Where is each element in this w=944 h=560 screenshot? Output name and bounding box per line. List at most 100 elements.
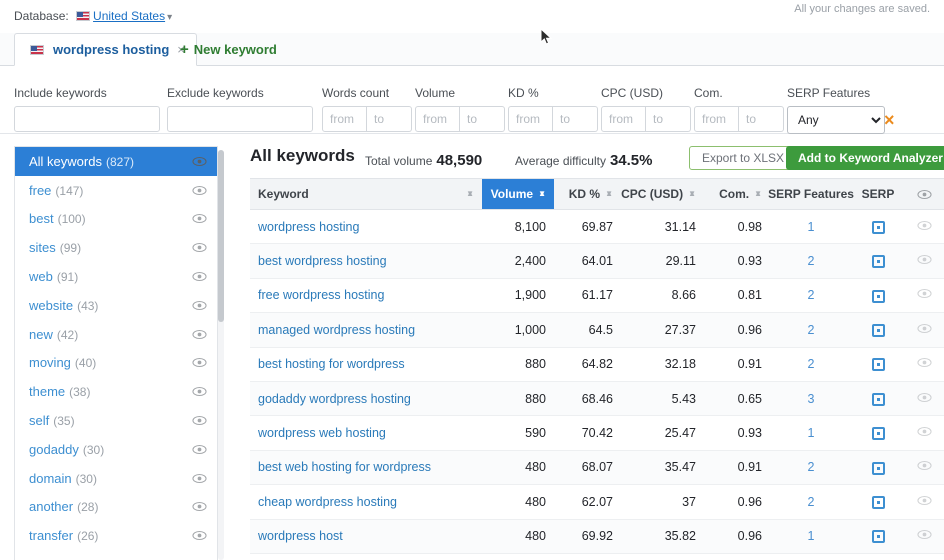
eye-toggle[interactable]: [916, 529, 932, 543]
keyword-link[interactable]: wordpress hosting: [258, 220, 359, 234]
cell-serp[interactable]: [852, 484, 904, 520]
exclude-keywords-input[interactable]: [167, 106, 313, 132]
serp-preview-icon[interactable]: [871, 530, 885, 544]
eye-icon[interactable]: [916, 529, 932, 540]
chevron-down-icon[interactable]: ▾: [167, 12, 172, 23]
cell-serp-features[interactable]: 2: [770, 243, 852, 279]
cell-serp-features[interactable]: 3: [770, 381, 852, 417]
table-row[interactable]: wordpress host 480 69.92 35.82 0.96 1: [250, 519, 944, 554]
column-header-com[interactable]: Com. ▲ ▼: [704, 178, 770, 210]
serp-preview-icon[interactable]: [871, 495, 885, 509]
cell-visibility[interactable]: [904, 312, 944, 348]
cell-keyword[interactable]: best hosting for wordpress: [250, 347, 482, 382]
volume-from-input[interactable]: [415, 106, 460, 132]
serp-preview-icon[interactable]: [871, 358, 885, 372]
eye-icon[interactable]: [916, 323, 932, 334]
serp-preview-icon[interactable]: [871, 289, 885, 303]
serp-preview-icon[interactable]: [871, 427, 885, 441]
cpc-to-input[interactable]: [646, 106, 691, 132]
keyword-link[interactable]: cheap wordpress hosting: [258, 495, 397, 509]
sidebar-item-best[interactable]: best (100): [15, 205, 217, 234]
eye-icon[interactable]: [192, 473, 207, 484]
eye-icon[interactable]: [916, 460, 932, 471]
kd-from-input[interactable]: [508, 106, 553, 132]
cell-serp[interactable]: [852, 243, 904, 279]
cell-serp-features[interactable]: 2: [770, 312, 852, 348]
eye-toggle[interactable]: [916, 220, 932, 234]
sidebar-item-all-keywords[interactable]: All keywords (827): [15, 147, 217, 176]
eye-toggle[interactable]: [916, 288, 932, 302]
keyword-link[interactable]: best web hosting for wordpress: [258, 460, 431, 474]
export-to-xlsx-button[interactable]: Export to XLSX: [689, 146, 798, 170]
eye-icon[interactable]: [192, 271, 207, 282]
cell-keyword[interactable]: free wordpress hosting: [250, 278, 482, 314]
cell-keyword[interactable]: wordpress hosting: [250, 209, 482, 245]
cell-visibility[interactable]: [904, 450, 944, 486]
com-to-input[interactable]: [739, 106, 784, 132]
column-header-volume[interactable]: Volume ▲ ▼: [482, 178, 554, 210]
cell-visibility[interactable]: [904, 519, 944, 554]
words-count-from-input[interactable]: [322, 106, 367, 132]
table-row[interactable]: wordpress hosting 8,100 69.87 31.14 0.98 1: [250, 209, 944, 245]
eye-icon[interactable]: [916, 495, 932, 506]
keyword-link[interactable]: godaddy wordpress hosting: [258, 392, 411, 406]
sidebar-item-transfer[interactable]: transfer (26): [15, 521, 217, 550]
table-row[interactable]: godaddy wordpress hosting 880 68.46 5.43 0.6…: [250, 381, 944, 417]
eye-icon[interactable]: [192, 386, 207, 397]
eye-icon[interactable]: [192, 300, 207, 311]
eye-icon[interactable]: [916, 392, 932, 403]
table-row[interactable]: wordpress web hosting 590 70.42 25.47 0.93 1: [250, 415, 944, 451]
sidebar-item-self[interactable]: self (35): [15, 406, 217, 435]
eye-toggle[interactable]: [916, 426, 932, 440]
eye-icon[interactable]: [916, 220, 932, 231]
serp-preview-icon[interactable]: [871, 255, 885, 269]
new-keyword-button[interactable]: + New keyword: [174, 33, 283, 66]
keyword-link[interactable]: best wordpress hosting: [258, 254, 387, 268]
sidebar-item-domain[interactable]: domain (30): [15, 464, 217, 493]
serp-preview-icon[interactable]: [871, 220, 885, 234]
cell-visibility[interactable]: [904, 415, 944, 451]
cell-visibility[interactable]: [904, 381, 944, 417]
keyword-link[interactable]: managed wordpress hosting: [258, 323, 415, 337]
sidebar-scrollbar[interactable]: [218, 150, 224, 560]
cell-serp[interactable]: [852, 450, 904, 486]
eye-icon[interactable]: [192, 415, 207, 426]
eye-icon[interactable]: [192, 530, 207, 541]
eye-icon[interactable]: [916, 254, 932, 265]
eye-icon[interactable]: [192, 185, 207, 196]
eye-icon[interactable]: [192, 329, 207, 340]
eye-icon[interactable]: [916, 189, 932, 200]
cell-serp[interactable]: [852, 381, 904, 417]
cell-serp[interactable]: [852, 278, 904, 314]
sidebar-item-website[interactable]: website (43): [15, 291, 217, 320]
cell-serp[interactable]: [852, 415, 904, 451]
eye-icon[interactable]: [192, 156, 207, 167]
table-row[interactable]: best wordpress hosting 2,400 64.01 29.11 0.9…: [250, 243, 944, 279]
cell-keyword[interactable]: best web hosting for wordpress: [250, 450, 482, 486]
eye-icon[interactable]: [916, 288, 932, 299]
eye-toggle[interactable]: [916, 323, 932, 337]
serp-preview-icon[interactable]: [871, 392, 885, 406]
cell-serp[interactable]: [852, 312, 904, 348]
cell-keyword[interactable]: wordpress host: [250, 519, 482, 554]
table-row[interactable]: free wordpress hosting 1,900 61.17 8.66 0.81…: [250, 278, 944, 314]
clear-filters-icon[interactable]: ×: [884, 111, 895, 129]
cell-keyword[interactable]: best wordpress hosting: [250, 243, 482, 279]
cpc-from-input[interactable]: [601, 106, 646, 132]
cell-keyword[interactable]: wordpress web hosting: [250, 415, 482, 451]
eye-toggle[interactable]: [916, 460, 932, 474]
database-selector[interactable]: Database: United States ▾: [14, 9, 172, 23]
cell-visibility[interactable]: [904, 243, 944, 279]
kd-to-input[interactable]: [553, 106, 598, 132]
database-value[interactable]: United States: [93, 9, 165, 23]
eye-icon[interactable]: [192, 242, 207, 253]
volume-to-input[interactable]: [460, 106, 505, 132]
eye-toggle[interactable]: [916, 254, 932, 268]
column-header-kd[interactable]: KD % ▲ ▼: [554, 178, 621, 210]
keyword-link[interactable]: best hosting for wordpress: [258, 357, 405, 371]
cell-serp-features[interactable]: 2: [770, 450, 852, 486]
eye-icon[interactable]: [192, 501, 207, 512]
table-row[interactable]: best hosting for wordpress 880 64.82 32.18 0…: [250, 347, 944, 382]
eye-toggle[interactable]: [916, 495, 932, 509]
tab-wordpress-hosting[interactable]: wordpress hosting ×: [14, 33, 197, 66]
